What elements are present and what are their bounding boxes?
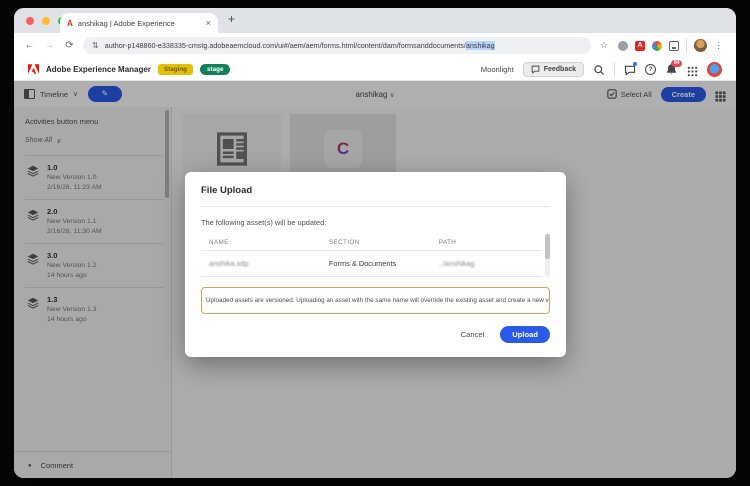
- user-avatar[interactable]: [707, 61, 722, 77]
- app-title: Adobe Experience Manager: [46, 64, 151, 74]
- tab-strip: A anshikag | Adobe Experience × +: [14, 8, 736, 33]
- url-highlighted-segment: anshikag: [465, 41, 495, 50]
- tab-title: anshikag | Adobe Experience: [77, 18, 175, 28]
- back-icon[interactable]: ←: [23, 40, 36, 51]
- help-icon[interactable]: ?: [645, 63, 656, 75]
- bookmark-star-icon[interactable]: ☆: [600, 40, 608, 51]
- browser-window: A anshikag | Adobe Experience × + ← → ⟳ …: [14, 8, 736, 478]
- asset-name-cell: anshika.xdp: [209, 259, 249, 268]
- extension-icon-colorful[interactable]: [652, 40, 663, 51]
- divider: [614, 62, 615, 76]
- feedback-button[interactable]: Feedback: [522, 61, 584, 77]
- upload-button[interactable]: Upload: [500, 326, 550, 343]
- feedback-label: Feedback: [543, 65, 576, 73]
- app-switcher-icon[interactable]: [687, 64, 698, 76]
- feedback-bubble-icon: [531, 65, 540, 74]
- dialog-footer: Cancel Upload: [201, 326, 550, 343]
- extension-icon-window[interactable]: [669, 40, 680, 51]
- forward-icon[interactable]: →: [43, 40, 56, 51]
- environment-badge: Staging: [157, 63, 194, 75]
- aem-header: Adobe Experience Manager Staging stage M…: [14, 58, 736, 81]
- close-window-button[interactable]: [26, 17, 34, 25]
- asset-path-cell: ../anshikag: [438, 259, 475, 268]
- table-scrollbar-thumb[interactable]: [545, 234, 550, 259]
- table-row: anshika.xdp Forms & Documents ../anshika…: [201, 251, 542, 277]
- browser-profile-avatar[interactable]: [694, 39, 708, 52]
- notifications-bell-icon[interactable]: 84: [665, 59, 682, 76]
- program-name[interactable]: Moonlight: [481, 65, 514, 74]
- site-info-icon[interactable]: ⇅: [92, 41, 99, 50]
- browser-tab[interactable]: A anshikag | Adobe Experience ×: [60, 13, 218, 33]
- dialog-subtitle: The following asset(s) will be updated:: [201, 218, 327, 227]
- table-scrollbar[interactable]: [545, 234, 550, 277]
- column-header-section: SECTION: [328, 239, 360, 246]
- browser-navbar: ← → ⟳ ⇅ author-p148860-e338335-cmstg.ado…: [14, 33, 736, 58]
- url-bar[interactable]: ⇅ author-p148860-e338335-cmstg.adobeaemc…: [83, 37, 591, 54]
- reload-icon[interactable]: ⟳: [63, 40, 76, 51]
- url-prefix: author-p148860-e338335-cmstg.adobeaemclo…: [104, 41, 466, 50]
- cancel-button[interactable]: Cancel: [461, 330, 485, 339]
- notification-count-badge: 84: [671, 59, 682, 67]
- tab-close-icon[interactable]: ×: [206, 18, 211, 28]
- adobe-favicon-icon: A: [67, 18, 73, 28]
- file-upload-dialog: File Upload The following asset(s) will …: [185, 172, 566, 357]
- extension-icon-adobe[interactable]: A: [635, 40, 646, 51]
- url-text: author-p148860-e338335-cmstg.adobeaemclo…: [105, 41, 495, 50]
- divider: [686, 39, 688, 52]
- search-icon[interactable]: [593, 63, 605, 75]
- asset-section-cell: Forms & Documents: [328, 259, 397, 268]
- dialog-title: File Upload: [201, 185, 550, 207]
- version-warning-message: Uploaded assets are versioned. Uploading…: [201, 287, 550, 314]
- browser-menu-icon[interactable]: ⋮: [714, 40, 723, 51]
- minimize-window-button[interactable]: [42, 17, 50, 25]
- aem-header-right: Moonlight Feedback ? 84: [481, 59, 722, 77]
- chat-icon[interactable]: [624, 62, 637, 76]
- column-header-name: NAME: [209, 239, 229, 246]
- extensions-row: A ⋮: [618, 39, 723, 52]
- chat-notification-dot: [633, 62, 637, 66]
- column-header-path: PATH: [438, 239, 457, 246]
- table-header-row: NAME SECTION PATH: [201, 234, 542, 251]
- new-tab-button[interactable]: +: [228, 12, 235, 26]
- extension-icon-gray[interactable]: [618, 40, 629, 51]
- stage-badge: stage: [200, 63, 231, 75]
- adobe-logo-icon: [28, 64, 39, 74]
- assets-table: NAME SECTION PATH anshika.xdp Forms & Do…: [201, 234, 550, 277]
